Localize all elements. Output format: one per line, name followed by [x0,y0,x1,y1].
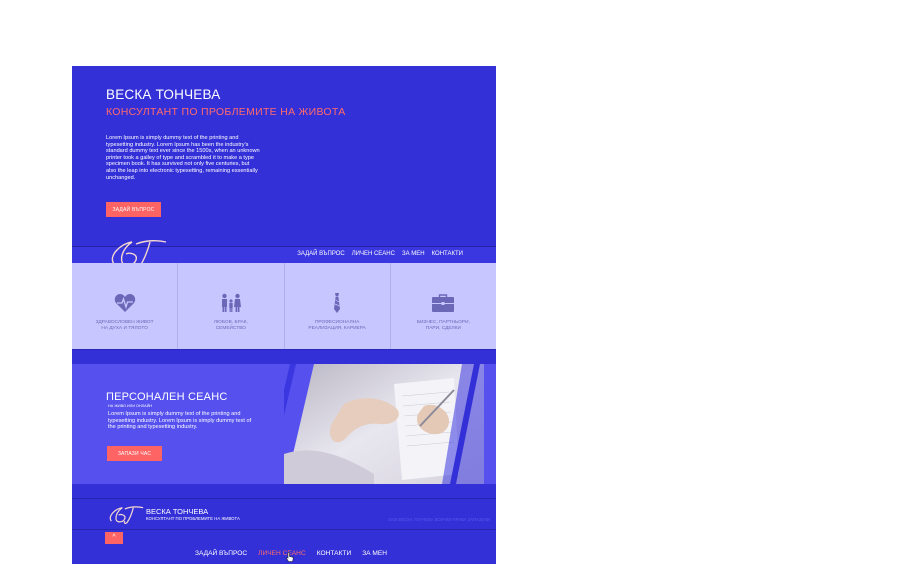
family-icon [221,293,241,312]
briefcase-icon [432,294,455,312]
footer-name: ВЕСКА ТОНЧЕВА [146,507,209,516]
website-mockup: ВЕСКА ТОНЧЕВА КОНСУЛТАНТ ПО ПРОБЛЕМИТЕ Н… [72,66,496,564]
footer-nav-about[interactable]: ЗА МЕН [362,550,387,557]
hand-cursor-icon [286,552,294,562]
session-tag: НА ЖИВО ИЛИ ОНЛАЙН [108,404,153,408]
footer-nav-personal-session[interactable]: ЛИЧЕН СЕАНС [258,550,306,557]
hero-name: ВЕСКА ТОНЧЕВА [106,87,221,102]
features-strip: ЗДРАВОСЛОВЕН ЖИВОТ НА ДУХА И ТЯЛОТО ЛЮБО… [72,263,496,349]
nav-item-contacts[interactable]: КОНТАКТИ [432,251,463,257]
feature-career[interactable]: ПРОФЕСИОНАЛНА РЕАЛИЗАЦИЯ, КАРИЕРА [285,263,391,349]
footer-nav-contacts[interactable]: КОНТАКТИ [317,550,351,557]
nav-item-about[interactable]: ЗА МЕН [402,251,425,257]
book-session-button[interactable]: ЗАПАЗИ ЧАС [107,446,162,461]
footer-copyright: 2015 ВЕСКА ТОНЧЕВА ВСИЧКИ ПРАВА ЗАПАЗЕНИ [388,517,490,522]
scroll-up-icon[interactable]: ^ [105,532,123,544]
footer-nav-ask-question[interactable]: ЗАДАЙ ВЪПРОС [195,550,247,557]
heartbeat-icon [114,294,135,312]
session-title: ПЕРСОНАЛЕН СЕАНС [106,391,228,403]
ask-question-button[interactable]: ЗАДАЙ ВЪПРОС [106,202,161,217]
feature-label: РЕАЛИЗАЦИЯ, КАРИЕРА [308,326,366,331]
main-nav: ЗАДАЙ ВЪПРОС ЛИЧЕН СЕАНС ЗА МЕН КОНТАКТИ [297,251,463,257]
feature-label: ПАРИ, СДЕЛКИ [425,326,461,331]
feature-business[interactable]: БИЗНЕС, ПАРТНЬОРИ, ПАРИ, СДЕЛКИ [391,263,496,349]
hero-text: Lorem Ipsum is simply dummy text of the … [106,135,260,181]
feature-family[interactable]: ЛЮБОВ, БРАК, СЕМЕЙСТВО [178,263,285,349]
feature-health[interactable]: ЗДРАВОСЛОВЕН ЖИВОТ НА ДУХА И ТЯЛОТО [72,263,179,349]
nav-item-personal-session[interactable]: ЛИЧЕН СЕАНС [352,251,395,257]
feature-label: СЕМЕЙСТВО [215,326,247,331]
footer-subtitle: КОНСУЛТАНТ ПО ПРОБЛЕМИТЕ НА ЖИВОТА [146,516,240,521]
hero-subtitle: КОНСУЛТАНТ ПО ПРОБЛЕМИТЕ НА ЖИВОТА [106,106,346,118]
session-section: ПЕРСОНАЛЕН СЕАНС НА ЖИВО ИЛИ ОНЛАЙН Lore… [72,364,496,484]
footer: ВЕСКА ТОНЧЕВА КОНСУЛТАНТ ПО ПРОБЛЕМИТЕ Н… [72,484,496,564]
hero-section: ВЕСКА ТОНЧЕВА КОНСУЛТАНТ ПО ПРОБЛЕМИТЕ Н… [72,66,496,246]
footer-logo[interactable] [106,504,146,526]
feature-label: НА ДУХА И ТЯЛОТО [101,326,148,331]
section-divider [72,349,496,365]
session-photo [284,364,484,484]
session-text: Lorem Ipsum is simply dummy text of the … [108,411,252,431]
nav-item-ask-question[interactable]: ЗАДАЙ ВЪПРОС [297,251,344,257]
tie-icon [334,293,341,313]
